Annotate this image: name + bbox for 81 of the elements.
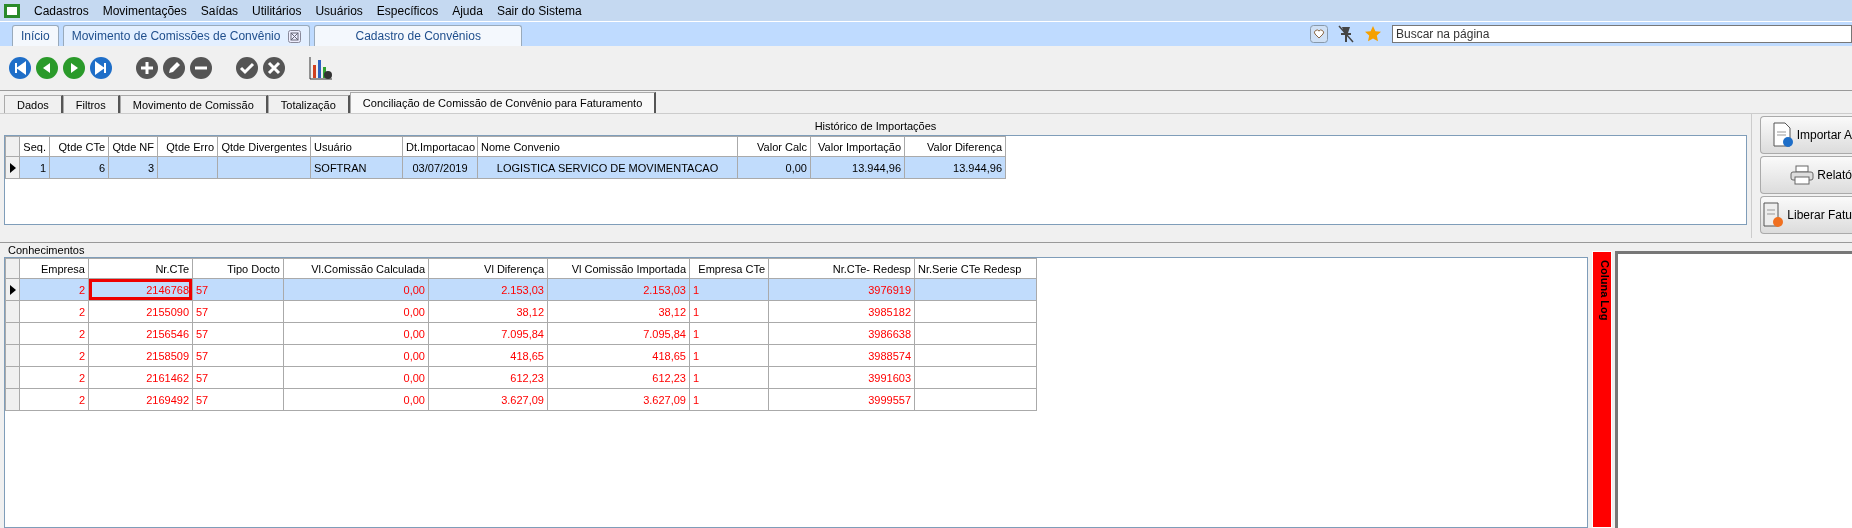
menu-item[interactable]: Ajuda [452, 3, 483, 18]
table-cell: LOGISTICA SERVICO DE MOVIMENTACAO [477, 156, 738, 179]
table-cell: 3985182 [768, 300, 915, 323]
column-header[interactable]: Empresa [19, 258, 89, 279]
column-header[interactable]: Seq. [19, 136, 50, 157]
menu-item[interactable]: Sair do Sistema [496, 3, 582, 18]
menu-item[interactable]: Saídas [200, 3, 239, 18]
menu-item[interactable]: Específicos [376, 3, 439, 18]
column-header[interactable]: Dt.Importacao [402, 136, 478, 157]
check-icon[interactable] [235, 56, 259, 80]
column-header[interactable]: Empresa CTe [689, 258, 769, 279]
column-header[interactable]: Nr.Serie CTe Redesp [914, 258, 1037, 279]
table-cell: 7.095,84 [547, 322, 690, 345]
column-header[interactable]: Qtde NF [108, 136, 158, 157]
action-button[interactable]: Liberar Fatu [1760, 196, 1852, 234]
column-header[interactable]: Vl Diferença [428, 258, 548, 279]
table-cell: 0,00 [283, 366, 429, 389]
menu-item[interactable]: Usuários [315, 3, 363, 18]
column-header[interactable]: Valor Calc [737, 136, 811, 157]
table-cell: 3.627,09 [547, 388, 690, 411]
table-cell: 612,23 [547, 366, 690, 389]
star-icon[interactable] [1364, 25, 1382, 43]
tab[interactable]: Totalização [267, 95, 350, 113]
log-column-label: Coluna Log [1592, 251, 1612, 528]
tab[interactable]: Movimento de Comissão [119, 95, 268, 113]
action-button[interactable]: Importar A [1760, 116, 1852, 154]
column-header[interactable]: Qtde CTe [49, 136, 109, 157]
table-cell: 3988574 [768, 344, 915, 367]
next-icon[interactable] [62, 56, 86, 80]
tab[interactable]: Filtros [62, 95, 120, 113]
printer-icon [1790, 165, 1815, 185]
table-cell: 0,00 [283, 388, 429, 411]
table-cell: 3976919 [768, 278, 915, 301]
table-cell: 0,00 [283, 278, 429, 301]
chart-settings-icon[interactable] [308, 55, 334, 81]
add-icon[interactable] [135, 56, 159, 80]
unpin-icon[interactable] [1338, 25, 1354, 43]
tab[interactable]: Movimento de Comissões de Convênio [62, 25, 311, 46]
column-header[interactable]: Usuário [310, 136, 403, 157]
table-cell: 3986638 [768, 322, 915, 345]
table-cell: 0,00 [283, 322, 429, 345]
tab[interactable]: Cadastro de Convênios [314, 25, 522, 46]
table-cell: 2.153,03 [547, 278, 690, 301]
search-field[interactable]: Buscar na página [1392, 25, 1852, 43]
previous-icon[interactable] [35, 56, 59, 80]
table-cell: 3999557 [768, 388, 915, 411]
app-logo-icon [4, 3, 20, 18]
column-header[interactable]: Nome Convenio [477, 136, 738, 157]
column-header[interactable]: Vl Comissão Importada [547, 258, 690, 279]
tab[interactable]: Início [12, 25, 59, 46]
menu-item[interactable]: Cadastros [34, 3, 89, 18]
column-header[interactable]: Valor Importação [810, 136, 905, 157]
panel-title: Histórico de Importações [814, 119, 937, 134]
tab[interactable]: Conciliação de Comissão de Convênio para Faturamento [349, 92, 657, 113]
column-header[interactable]: Vl.Comissão Calculada [283, 258, 429, 279]
document-alert-icon [1762, 202, 1785, 228]
table-cell: 0,00 [283, 300, 429, 323]
column-header[interactable]: Nr.CTe [88, 258, 193, 279]
menu-item[interactable]: Utilitários [252, 3, 302, 18]
table-cell: 418,65 [547, 344, 690, 367]
column-header[interactable]: Valor Diferença [904, 136, 1006, 157]
close-icon[interactable] [288, 29, 302, 43]
table-cell: 0,00 [283, 344, 429, 367]
action-button[interactable]: Relató [1760, 156, 1852, 194]
group-title: Conhecimentos [7, 243, 86, 257]
column-header[interactable]: Tipo Docto [192, 258, 284, 279]
column-header[interactable]: Qtde Erro [157, 136, 218, 157]
table-cell: 3991603 [768, 366, 915, 389]
column-header[interactable]: Nr.CTe- Redesp [768, 258, 915, 279]
table-cell: 38,12 [547, 300, 690, 323]
first-record-icon[interactable] [8, 56, 32, 80]
row-pointer-icon [9, 162, 16, 173]
pencil-icon[interactable] [162, 56, 186, 80]
menu-item[interactable]: Movimentações [102, 3, 187, 18]
tab[interactable]: Dados [4, 95, 63, 113]
minus-icon[interactable] [189, 56, 213, 80]
column-header[interactable]: Qtde Divergentes [217, 136, 311, 157]
cancel-icon[interactable] [262, 56, 286, 80]
document-info-icon [1771, 122, 1794, 148]
row-pointer-icon [9, 284, 16, 295]
last-record-icon[interactable] [89, 56, 113, 80]
